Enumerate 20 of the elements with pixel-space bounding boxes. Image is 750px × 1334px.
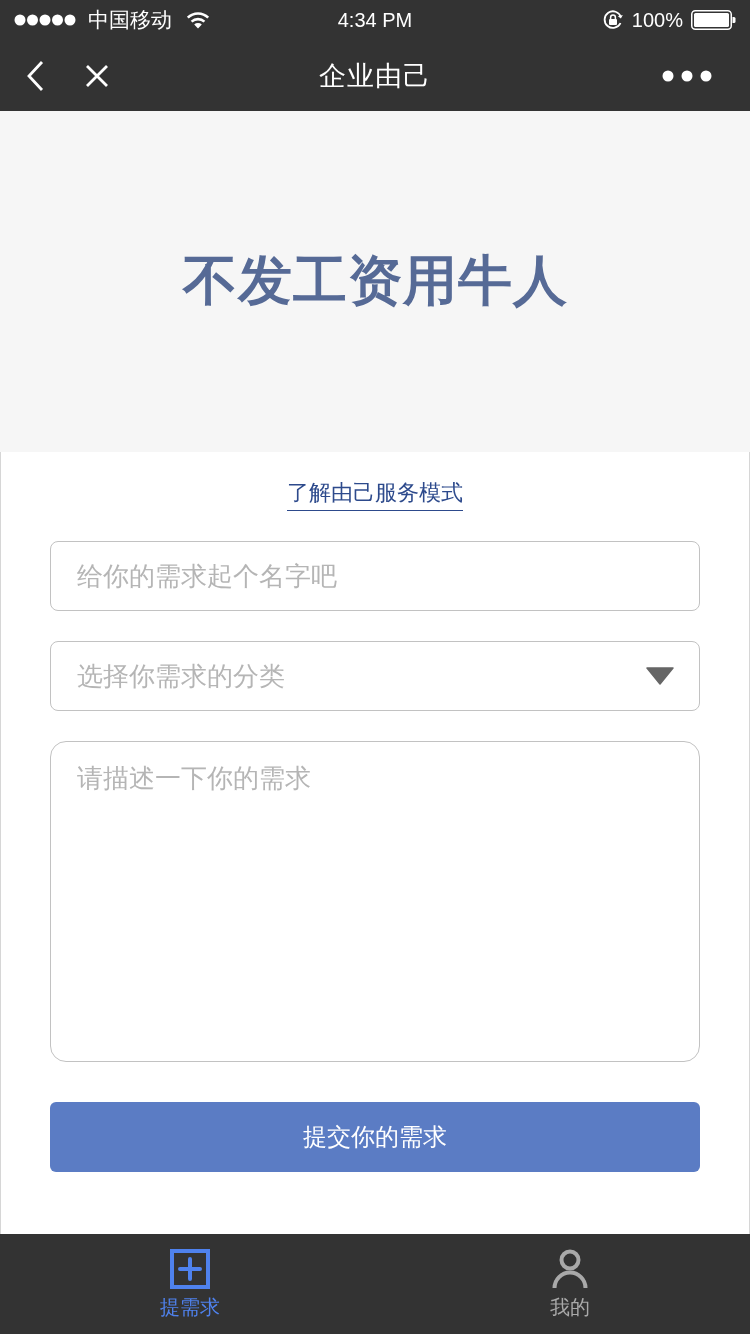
carrier-name: 中国移动 [88,7,172,33]
person-icon [552,1249,588,1289]
signal-icon [14,14,76,26]
close-button[interactable] [84,62,110,89]
name-input-field[interactable]: 给你的需求起个名字吧 [50,541,700,611]
wifi-icon [186,11,210,29]
more-button[interactable] [662,68,712,83]
status-time: 4:34 PM [337,8,413,32]
tab-bar-item[interactable]: 我的 [540,1249,600,1319]
page-title: 企业由己 [319,59,431,93]
battery-percentage: 100% [631,8,683,32]
banner-headline: 不发工资用牛人 [182,249,568,312]
battery-icon [691,10,736,30]
rotation-lock-icon [601,9,624,31]
description-input-field[interactable]: 请描述一下你的需求 [50,741,700,1062]
caret-icon [646,667,674,685]
tab-bar-item[interactable]: 提需求 [160,1249,220,1319]
submit-button[interactable]: 提交你的需求 [50,1102,700,1172]
service-mode-link[interactable]: 了解由己服务模式 [287,478,463,511]
add-square-icon [170,1249,210,1289]
